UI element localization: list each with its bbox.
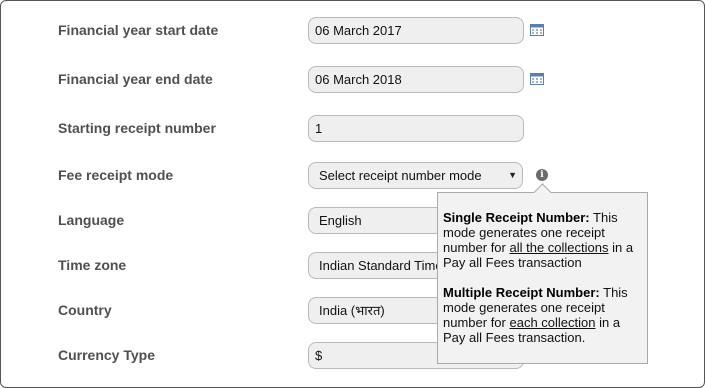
tooltip-multiple: Multiple Receipt Number: This mode gener… — [443, 285, 628, 345]
calendar-icon[interactable] — [530, 23, 544, 36]
info-icon[interactable]: i — [536, 169, 548, 181]
receipt-start-input[interactable]: 1 — [308, 115, 524, 142]
chevron-down-icon: ▼ — [508, 170, 517, 180]
receipt-start-label: Starting receipt number — [58, 120, 216, 136]
currency-label: Currency Type — [58, 347, 155, 363]
timezone-label: Time zone — [58, 257, 127, 273]
fy-end-label: Financial year end date — [58, 71, 213, 87]
receipt-mode-value: Select receipt number mode — [319, 168, 482, 183]
fy-end-input[interactable]: 06 March 2018 — [308, 66, 524, 93]
receipt-mode-select[interactable]: Select receipt number mode ▼ — [308, 162, 523, 189]
fy-start-label: Financial year start date — [58, 22, 219, 38]
language-label: Language — [58, 212, 125, 228]
country-label: Country — [58, 302, 112, 318]
receipt-mode-tooltip: Single Receipt Number: This mode generat… — [437, 183, 648, 364]
tooltip-single: Single Receipt Number: This mode generat… — [443, 210, 634, 270]
tooltip-arrow — [533, 183, 552, 202]
fy-start-input[interactable]: 06 March 2017 — [308, 17, 524, 44]
settings-form: Financial year start date 06 March 2017 … — [0, 0, 705, 388]
calendar-icon[interactable] — [530, 72, 544, 85]
receipt-mode-label: Fee receipt mode — [58, 167, 174, 183]
